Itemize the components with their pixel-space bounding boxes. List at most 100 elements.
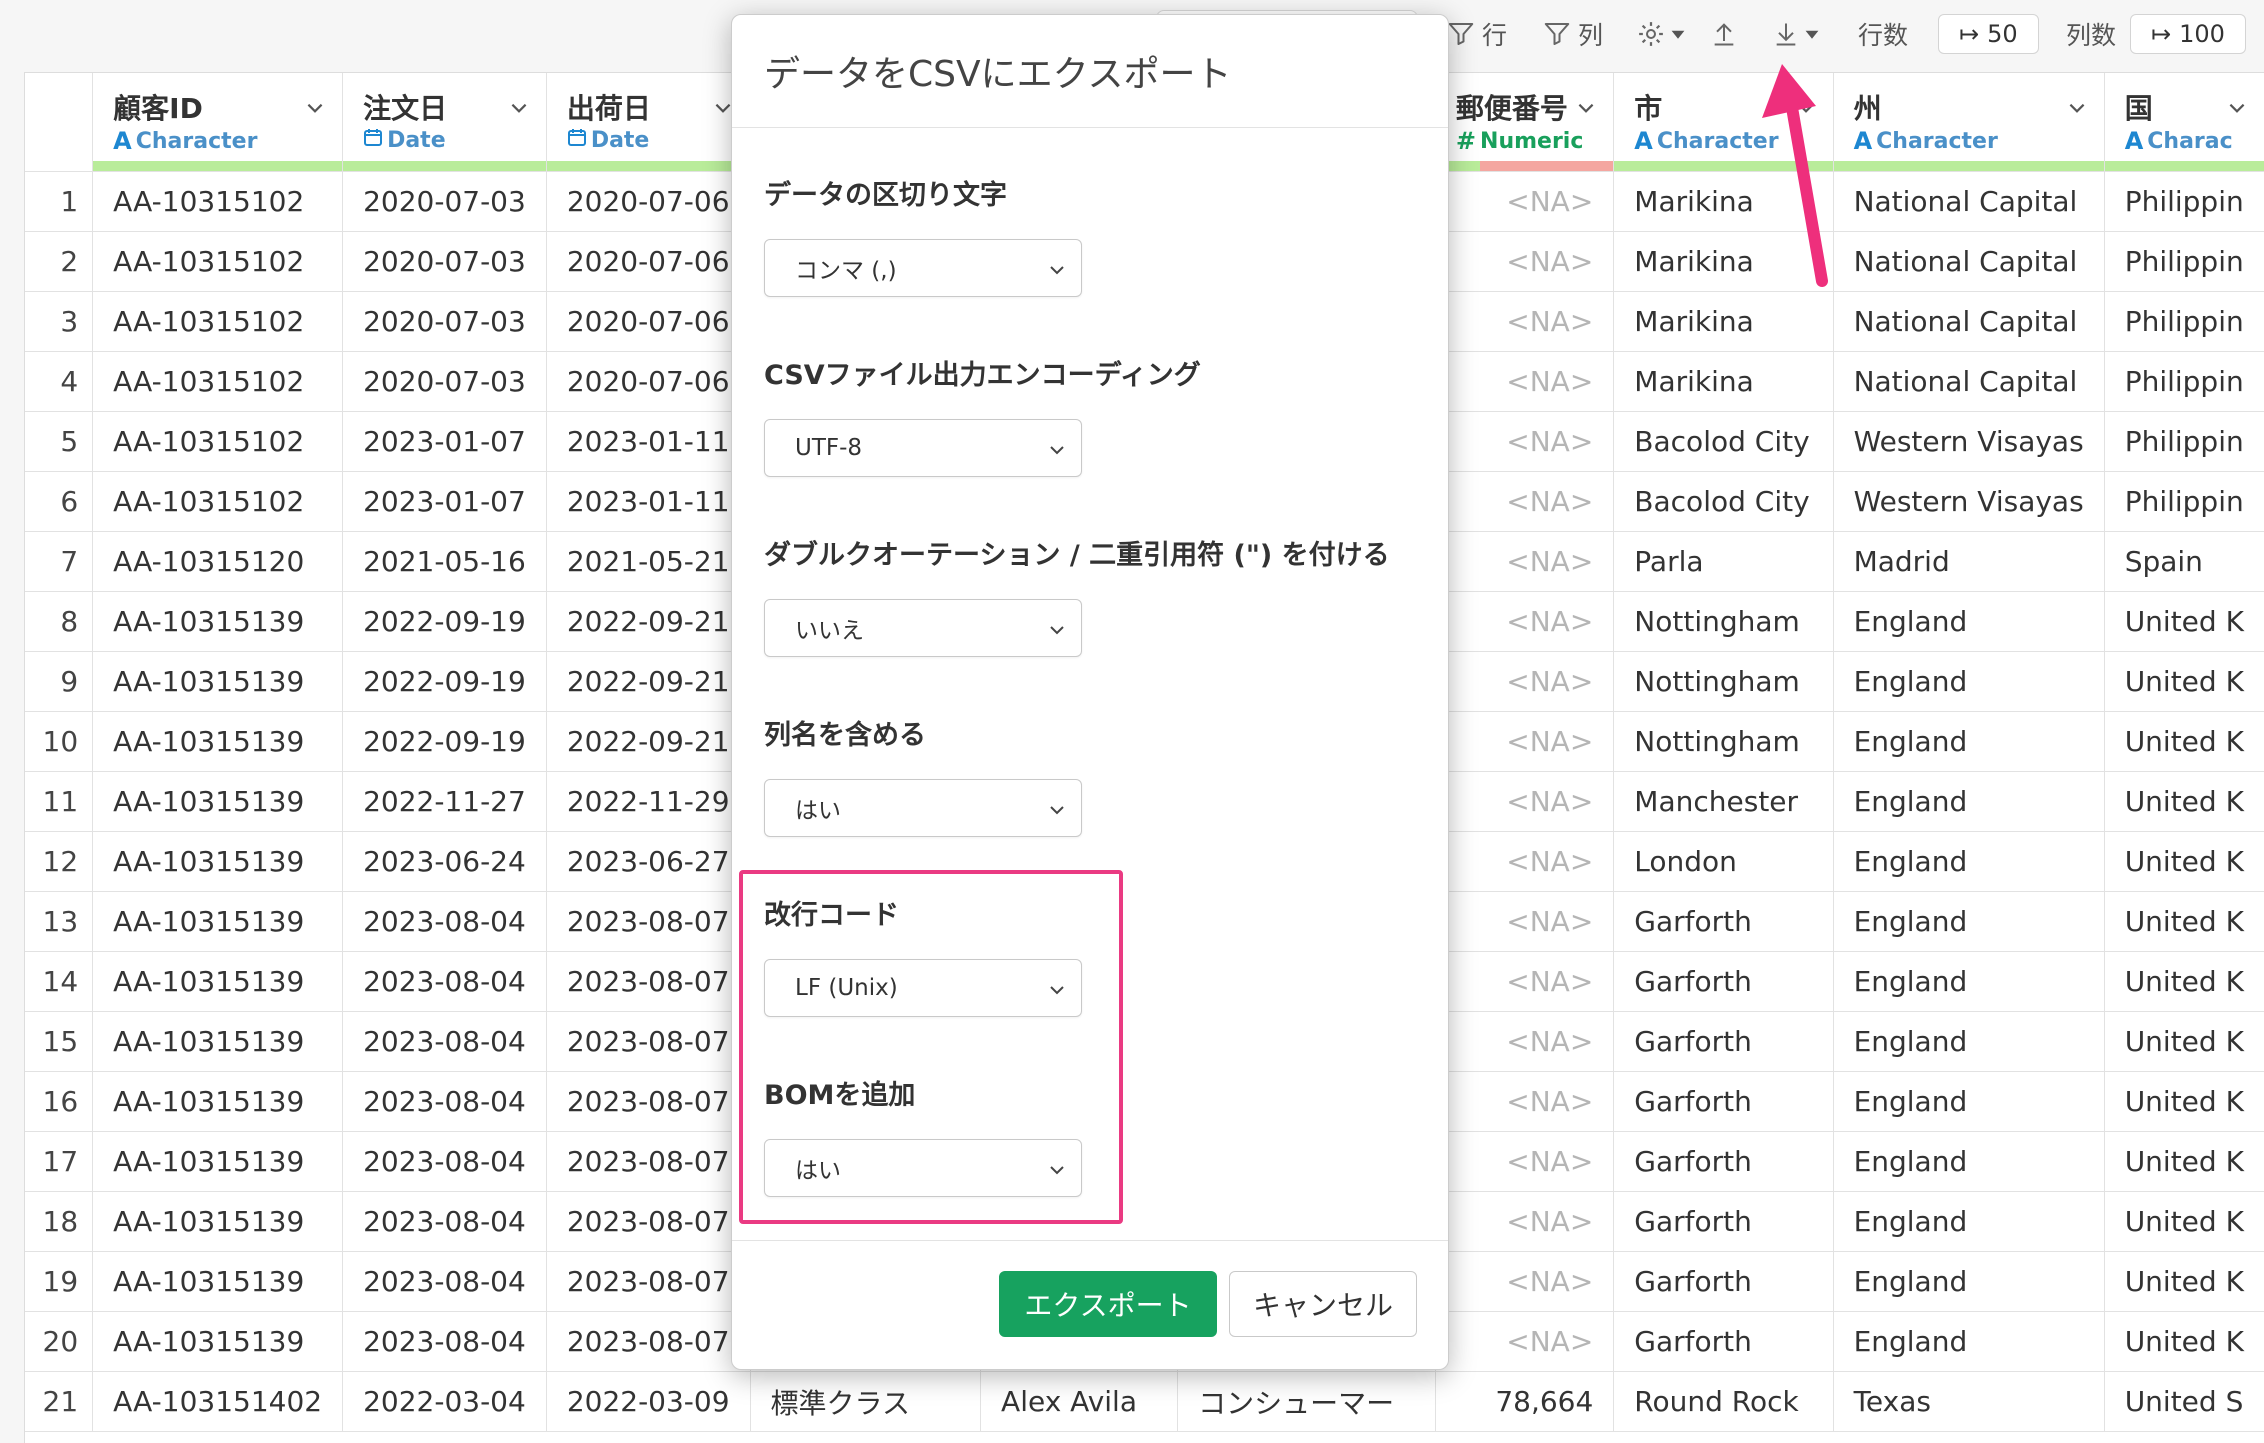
table-cell[interactable]: England [1833, 1071, 2105, 1132]
table-cell[interactable]: <NA> [1435, 1251, 1615, 1312]
table-cell[interactable]: 2020-07-03 [342, 351, 547, 412]
table-cell[interactable]: 2022-09-19 [342, 591, 547, 652]
table-cell[interactable]: <NA> [1435, 1071, 1615, 1132]
table-cell[interactable]: United K [2104, 711, 2264, 772]
table-cell[interactable]: United K [2104, 771, 2264, 832]
table-cell[interactable]: Marikina [1613, 351, 1834, 412]
table-cell[interactable]: <NA> [1435, 291, 1615, 352]
table-cell[interactable]: AA-10315139 [92, 771, 344, 832]
settings-menu-button[interactable] [1636, 14, 1686, 54]
table-cell[interactable]: England [1833, 651, 2105, 712]
chevron-down-icon[interactable] [1575, 97, 1597, 119]
row-filter-button[interactable]: 行 [1446, 14, 1507, 54]
table-cell[interactable]: Garforth [1613, 1191, 1834, 1252]
table-cell[interactable]: England [1833, 711, 2105, 772]
table-cell[interactable]: <NA> [1435, 591, 1615, 652]
table-cell[interactable]: 2022-09-19 [342, 711, 547, 772]
table-cell[interactable]: 2023-01-07 [342, 471, 547, 532]
table-cell[interactable]: AA-10315139 [92, 1311, 344, 1372]
table-cell[interactable]: <NA> [1435, 771, 1615, 832]
cancel-button[interactable]: キャンセル [1229, 1271, 1417, 1337]
table-cell[interactable]: 2023-08-07 [546, 1011, 751, 1072]
table-cell[interactable]: 2020-07-03 [342, 171, 547, 232]
table-cell[interactable]: England [1833, 771, 2105, 832]
table-cell[interactable]: 2023-01-11 [546, 471, 751, 532]
table-cell[interactable]: Philippin [2104, 351, 2264, 412]
table-cell[interactable]: 2023-08-07 [546, 1251, 751, 1312]
table-cell[interactable]: United K [2104, 891, 2264, 952]
table-cell[interactable]: コンシューマー [1177, 1371, 1436, 1432]
table-cell[interactable]: 2021-05-21 [546, 531, 751, 592]
table-cell[interactable]: <NA> [1435, 171, 1615, 232]
table-cell[interactable]: 2020-07-06 [546, 231, 751, 292]
table-cell[interactable]: 2023-08-04 [342, 1071, 547, 1132]
table-cell[interactable]: 2023-08-04 [342, 1011, 547, 1072]
table-cell[interactable]: AA-10315102 [92, 171, 344, 232]
table-cell[interactable]: Philippin [2104, 171, 2264, 232]
table-cell[interactable]: United K [2104, 651, 2264, 712]
table-cell[interactable]: AA-10315139 [92, 1011, 344, 1072]
col-count-control[interactable]: ↦ 100 [2130, 14, 2246, 54]
column-header[interactable]: 出荷日 Date [546, 73, 751, 172]
table-cell[interactable]: 2023-08-07 [546, 951, 751, 1012]
row-count-control[interactable]: ↦ 50 [1938, 14, 2039, 54]
table-cell[interactable]: Western Visayas [1833, 471, 2105, 532]
table-cell[interactable]: AA-10315139 [92, 831, 344, 892]
table-cell[interactable]: <NA> [1435, 951, 1615, 1012]
table-cell[interactable]: 2023-08-07 [546, 891, 751, 952]
table-cell[interactable]: United K [2104, 1131, 2264, 1192]
table-cell[interactable]: Texas [1833, 1371, 2105, 1432]
table-cell[interactable]: 2023-08-04 [342, 1311, 547, 1372]
table-cell[interactable]: AA-10315102 [92, 231, 344, 292]
table-cell[interactable]: AA-10315139 [92, 951, 344, 1012]
column-header[interactable]: 郵便番号 # Numeric [1435, 73, 1615, 172]
line-ending-select[interactable]: LF (Unix) [764, 959, 1082, 1017]
table-cell[interactable]: 2022-09-19 [342, 651, 547, 712]
table-cell[interactable]: Madrid [1833, 531, 2105, 592]
table-cell[interactable]: AA-10315139 [92, 711, 344, 772]
table-cell[interactable]: 78,664 [1435, 1371, 1615, 1432]
table-cell[interactable]: United K [2104, 1191, 2264, 1252]
export-menu-button[interactable] [1772, 14, 1820, 54]
delimiter-select[interactable]: コンマ (,) [764, 239, 1082, 297]
table-cell[interactable]: <NA> [1435, 711, 1615, 772]
table-cell[interactable]: AA-10315139 [92, 591, 344, 652]
table-cell[interactable]: <NA> [1435, 1131, 1615, 1192]
table-cell[interactable]: Marikina [1613, 291, 1834, 352]
table-cell[interactable]: 2021-05-16 [342, 531, 547, 592]
table-cell[interactable]: 2023-08-07 [546, 1071, 751, 1132]
table-cell[interactable]: 2023-08-07 [546, 1191, 751, 1252]
table-cell[interactable]: <NA> [1435, 231, 1615, 292]
table-cell[interactable]: Western Visayas [1833, 411, 2105, 472]
import-button[interactable] [1710, 14, 1738, 54]
table-cell[interactable]: Parla [1613, 531, 1834, 592]
table-cell[interactable]: AA-10315139 [92, 1071, 344, 1132]
table-cell[interactable]: 2022-09-21 [546, 651, 751, 712]
table-cell[interactable]: AA-10315102 [92, 351, 344, 412]
table-cell[interactable]: <NA> [1435, 471, 1615, 532]
table-cell[interactable]: AA-10315139 [92, 1191, 344, 1252]
table-cell[interactable]: Philippin [2104, 471, 2264, 532]
table-cell[interactable]: Garforth [1613, 891, 1834, 952]
table-cell[interactable]: United S [2104, 1371, 2264, 1432]
column-header[interactable]: 国 A Charac [2104, 73, 2264, 172]
table-cell[interactable]: AA-10315120 [92, 531, 344, 592]
table-cell[interactable]: <NA> [1435, 531, 1615, 592]
column-header[interactable]: 注文日 Date [342, 73, 547, 172]
table-cell[interactable]: 2023-08-04 [342, 1251, 547, 1312]
table-cell[interactable]: 2020-07-03 [342, 291, 547, 352]
table-cell[interactable]: Philippin [2104, 231, 2264, 292]
bom-select[interactable]: はい [764, 1139, 1082, 1197]
table-cell[interactable]: England [1833, 1191, 2105, 1252]
table-cell[interactable]: <NA> [1435, 891, 1615, 952]
table-cell[interactable]: AA-10315102 [92, 471, 344, 532]
table-cell[interactable]: AA-10315139 [92, 1131, 344, 1192]
table-cell[interactable]: Nottingham [1613, 651, 1834, 712]
table-cell[interactable]: 2023-08-04 [342, 951, 547, 1012]
table-cell[interactable]: United K [2104, 1071, 2264, 1132]
quote-select[interactable]: いいえ [764, 599, 1082, 657]
table-cell[interactable]: England [1833, 591, 2105, 652]
table-cell[interactable]: Garforth [1613, 1131, 1834, 1192]
table-cell[interactable]: 2023-01-11 [546, 411, 751, 472]
table-cell[interactable]: 2022-11-29 [546, 771, 751, 832]
